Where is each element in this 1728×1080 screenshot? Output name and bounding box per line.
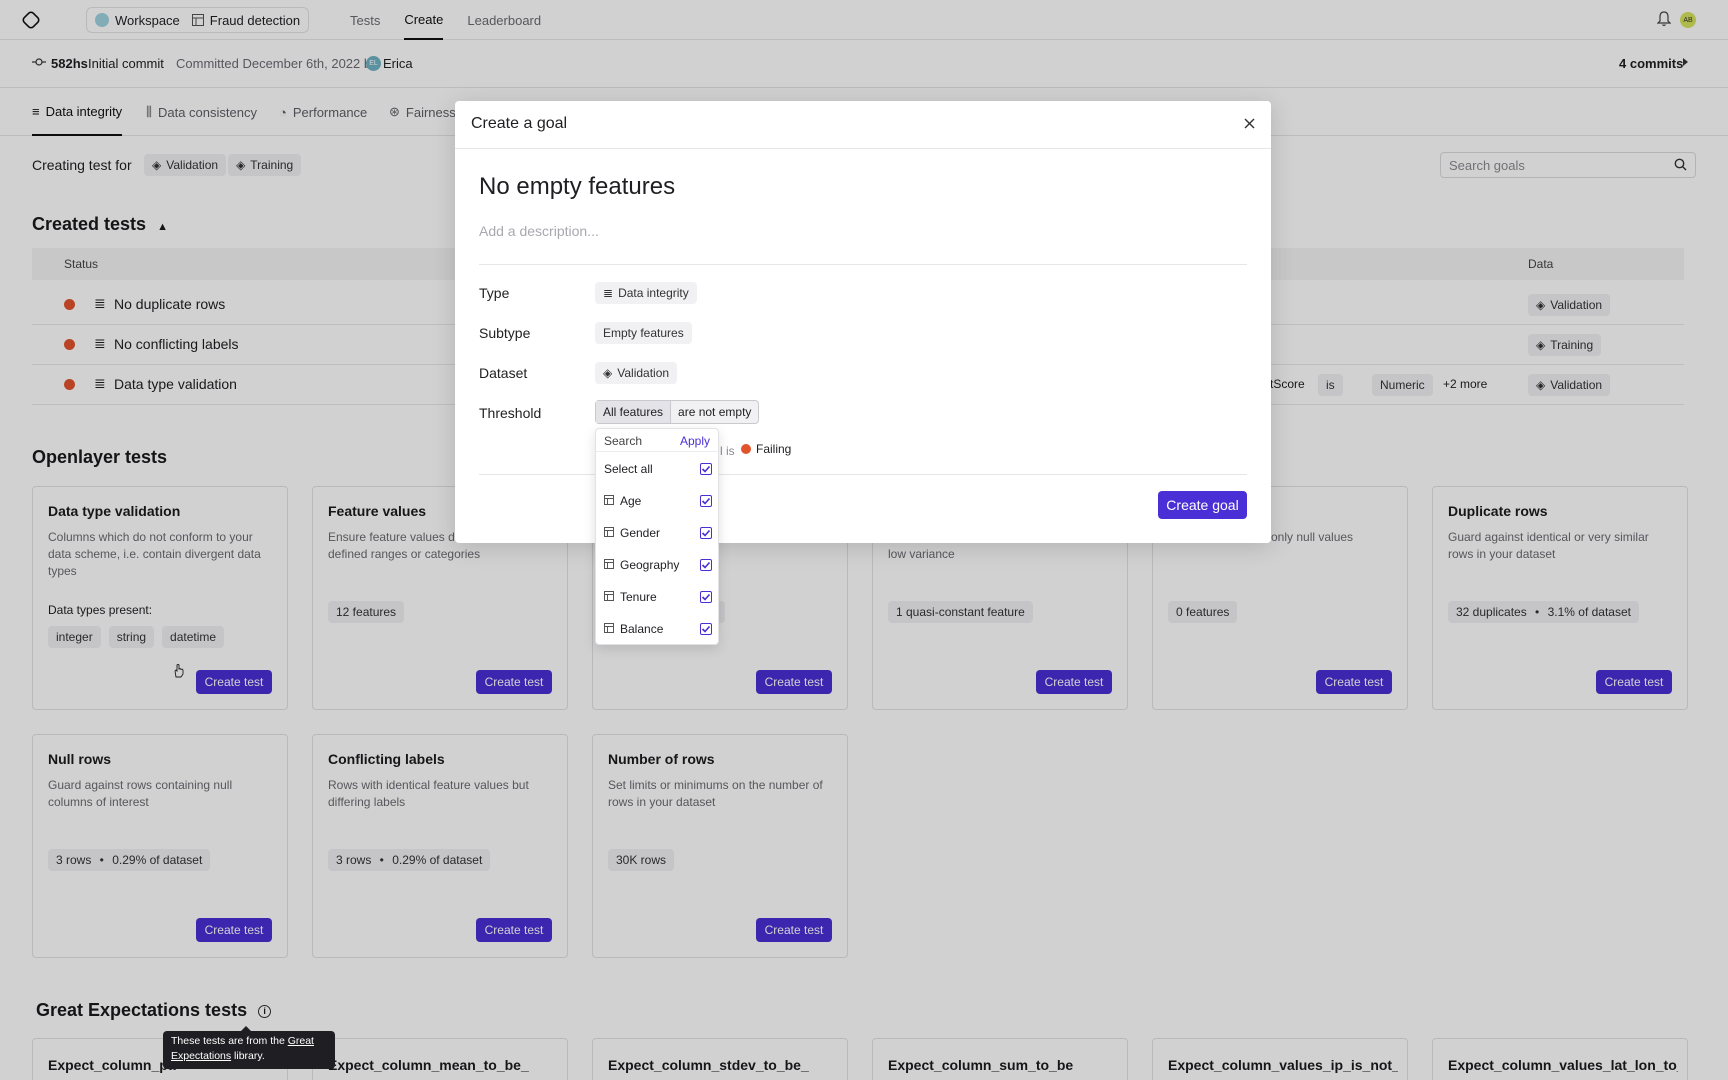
option-label: Age xyxy=(620,494,642,508)
select-all-option[interactable]: Select all xyxy=(604,459,712,479)
option-label: Gender xyxy=(620,526,661,540)
create-goal-modal: Create a goal No empty features Add a de… xyxy=(455,101,1271,543)
option-label: Select all xyxy=(604,462,653,476)
subtype-chip: Empty features xyxy=(595,322,692,344)
tooltip-link[interactable]: Expectations xyxy=(171,1050,231,1062)
create-goal-button[interactable]: Create goal xyxy=(1158,491,1247,519)
status-text: Failing xyxy=(756,442,792,456)
apply-button[interactable]: Apply xyxy=(680,434,710,448)
tooltip-link[interactable]: Great xyxy=(288,1035,314,1047)
threshold-builder: All features are not empty xyxy=(595,400,760,424)
failing-dot-icon xyxy=(741,444,751,454)
table-icon xyxy=(604,590,614,604)
table-icon xyxy=(604,526,614,540)
modal-header: Create a goal xyxy=(455,101,1271,149)
feature-select-dropdown: Search Apply Select all Age Gender Geogr… xyxy=(595,428,719,645)
table-icon xyxy=(604,622,614,636)
chip-label: Data integrity xyxy=(618,286,689,300)
option-label: Geography xyxy=(620,558,680,572)
type-value: ≣ Data integrity xyxy=(595,282,697,304)
layers-icon: ◈ xyxy=(603,366,613,380)
list-icon: ≣ xyxy=(603,286,614,300)
table-icon xyxy=(604,494,614,508)
option-label: Balance xyxy=(620,622,664,636)
description-input[interactable]: Add a description... xyxy=(479,223,599,239)
subtype-value: Empty features xyxy=(595,322,692,344)
chip-label: Validation xyxy=(617,366,670,380)
divider xyxy=(479,264,1247,265)
goal-name-input[interactable]: No empty features xyxy=(479,173,675,201)
tooltip-text: library. xyxy=(231,1050,265,1062)
type-label: Type xyxy=(479,285,510,301)
feature-option-age[interactable]: Age xyxy=(604,491,712,511)
checkbox-checked-icon[interactable] xyxy=(700,495,712,507)
dataset-label: Dataset xyxy=(479,365,528,381)
status-prefix: l is xyxy=(720,444,735,458)
feature-option-geography[interactable]: Geography xyxy=(604,555,712,575)
great-expectations-tooltip: These tests are from the Great Expectatio… xyxy=(163,1026,335,1069)
option-label: Tenure xyxy=(620,590,657,604)
tooltip-text: These tests are from the xyxy=(171,1035,288,1047)
modal-title: Create a goal xyxy=(471,115,568,132)
threshold-scope-select[interactable]: All features xyxy=(596,401,672,423)
table-icon xyxy=(604,558,614,572)
status-indicator: Failing xyxy=(741,442,791,456)
feature-option-tenure[interactable]: Tenure xyxy=(604,587,712,607)
feature-option-balance[interactable]: Balance xyxy=(604,619,712,639)
checkbox-checked-icon[interactable] xyxy=(700,623,712,635)
dataset-value: ◈ Validation xyxy=(595,362,678,384)
divider xyxy=(596,451,718,452)
checkbox-checked-icon[interactable] xyxy=(700,527,712,539)
feature-option-gender[interactable]: Gender xyxy=(604,523,712,543)
threshold-condition-select[interactable]: are not empty xyxy=(671,401,758,423)
dropdown-search-input[interactable]: Search xyxy=(604,434,642,448)
type-chip: ≣ Data integrity xyxy=(595,282,697,304)
subtype-label: Subtype xyxy=(479,325,531,341)
checkbox-checked-icon[interactable] xyxy=(700,591,712,603)
threshold-label: Threshold xyxy=(479,405,542,421)
dataset-chip: ◈ Validation xyxy=(595,362,678,384)
checkbox-checked-icon[interactable] xyxy=(700,559,712,571)
close-icon[interactable] xyxy=(1244,118,1255,129)
checkbox-checked-icon[interactable] xyxy=(700,463,712,475)
